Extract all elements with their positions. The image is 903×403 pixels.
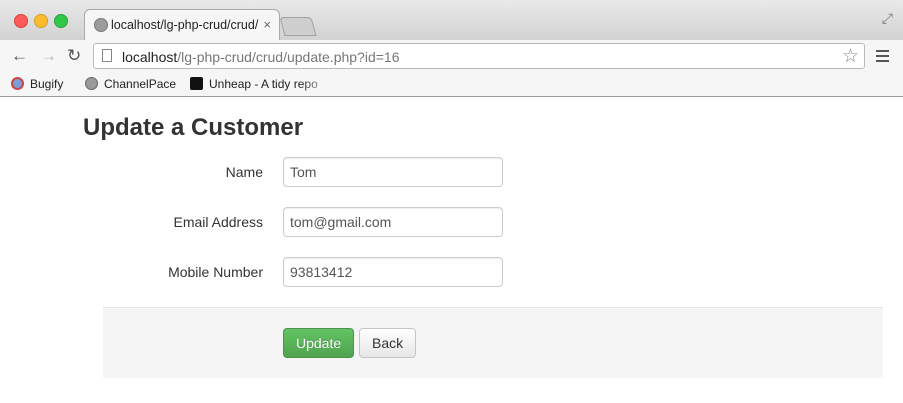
zoom-window-button[interactable] xyxy=(54,14,68,28)
unheap-icon xyxy=(190,77,203,90)
mobile-label: Mobile Number xyxy=(168,264,263,280)
form-actions: Update Back xyxy=(103,307,883,378)
bookmark-bugify[interactable]: Bugify xyxy=(11,77,63,91)
name-input[interactable] xyxy=(283,157,503,187)
browser-tab[interactable]: localhost/lg-php-crud/crud/ × xyxy=(84,9,280,40)
forward-arrow-icon[interactable]: → xyxy=(40,47,57,65)
close-window-button[interactable] xyxy=(14,14,28,28)
mobile-input[interactable] xyxy=(283,257,503,287)
tab-title: localhost/lg-php-crud/crud/ xyxy=(111,18,259,32)
bookmarks-bar: Bugify ChannelPace Unheap - A tidy repo xyxy=(0,72,903,97)
email-input[interactable] xyxy=(283,207,503,237)
address-bar[interactable]: localhost/lg-php-crud/crud/update.php?id… xyxy=(93,43,865,69)
bugify-icon xyxy=(11,77,24,90)
back-button[interactable]: Back xyxy=(359,328,417,358)
page-icon xyxy=(102,49,112,62)
minimize-window-button[interactable] xyxy=(34,14,48,28)
url-host: localhost xyxy=(122,49,178,65)
reload-icon[interactable]: ↻ xyxy=(67,47,81,65)
name-label: Name xyxy=(225,164,263,180)
fullscreen-icon[interactable]: ⤢ xyxy=(882,10,893,27)
bookmark-star-icon[interactable]: ☆ xyxy=(842,45,859,68)
bookmark-label: ChannelPace xyxy=(104,77,177,91)
bookmark-label: Bugify xyxy=(30,77,64,91)
update-button[interactable]: Update xyxy=(283,328,355,358)
back-arrow-icon[interactable]: ← xyxy=(11,47,28,65)
url-text[interactable]: localhost/lg-php-crud/crud/update.php?id… xyxy=(122,49,399,65)
globe-icon xyxy=(85,77,98,90)
menu-icon[interactable] xyxy=(876,50,889,65)
browser-titlebar: localhost/lg-php-crud/crud/ × ⤢ xyxy=(0,0,903,40)
url-path: /lg-php-crud/crud/update.php?id=16 xyxy=(177,49,400,65)
globe-icon xyxy=(94,18,108,32)
tab-close-icon[interactable]: × xyxy=(263,17,271,32)
page-content: Update a Customer Name Email Address Mob… xyxy=(0,97,903,403)
new-tab-button[interactable] xyxy=(279,17,317,36)
bookmark-channelpace[interactable]: ChannelPace xyxy=(85,77,176,91)
page-title: Update a Customer xyxy=(83,114,304,141)
email-label: Email Address xyxy=(173,214,263,230)
